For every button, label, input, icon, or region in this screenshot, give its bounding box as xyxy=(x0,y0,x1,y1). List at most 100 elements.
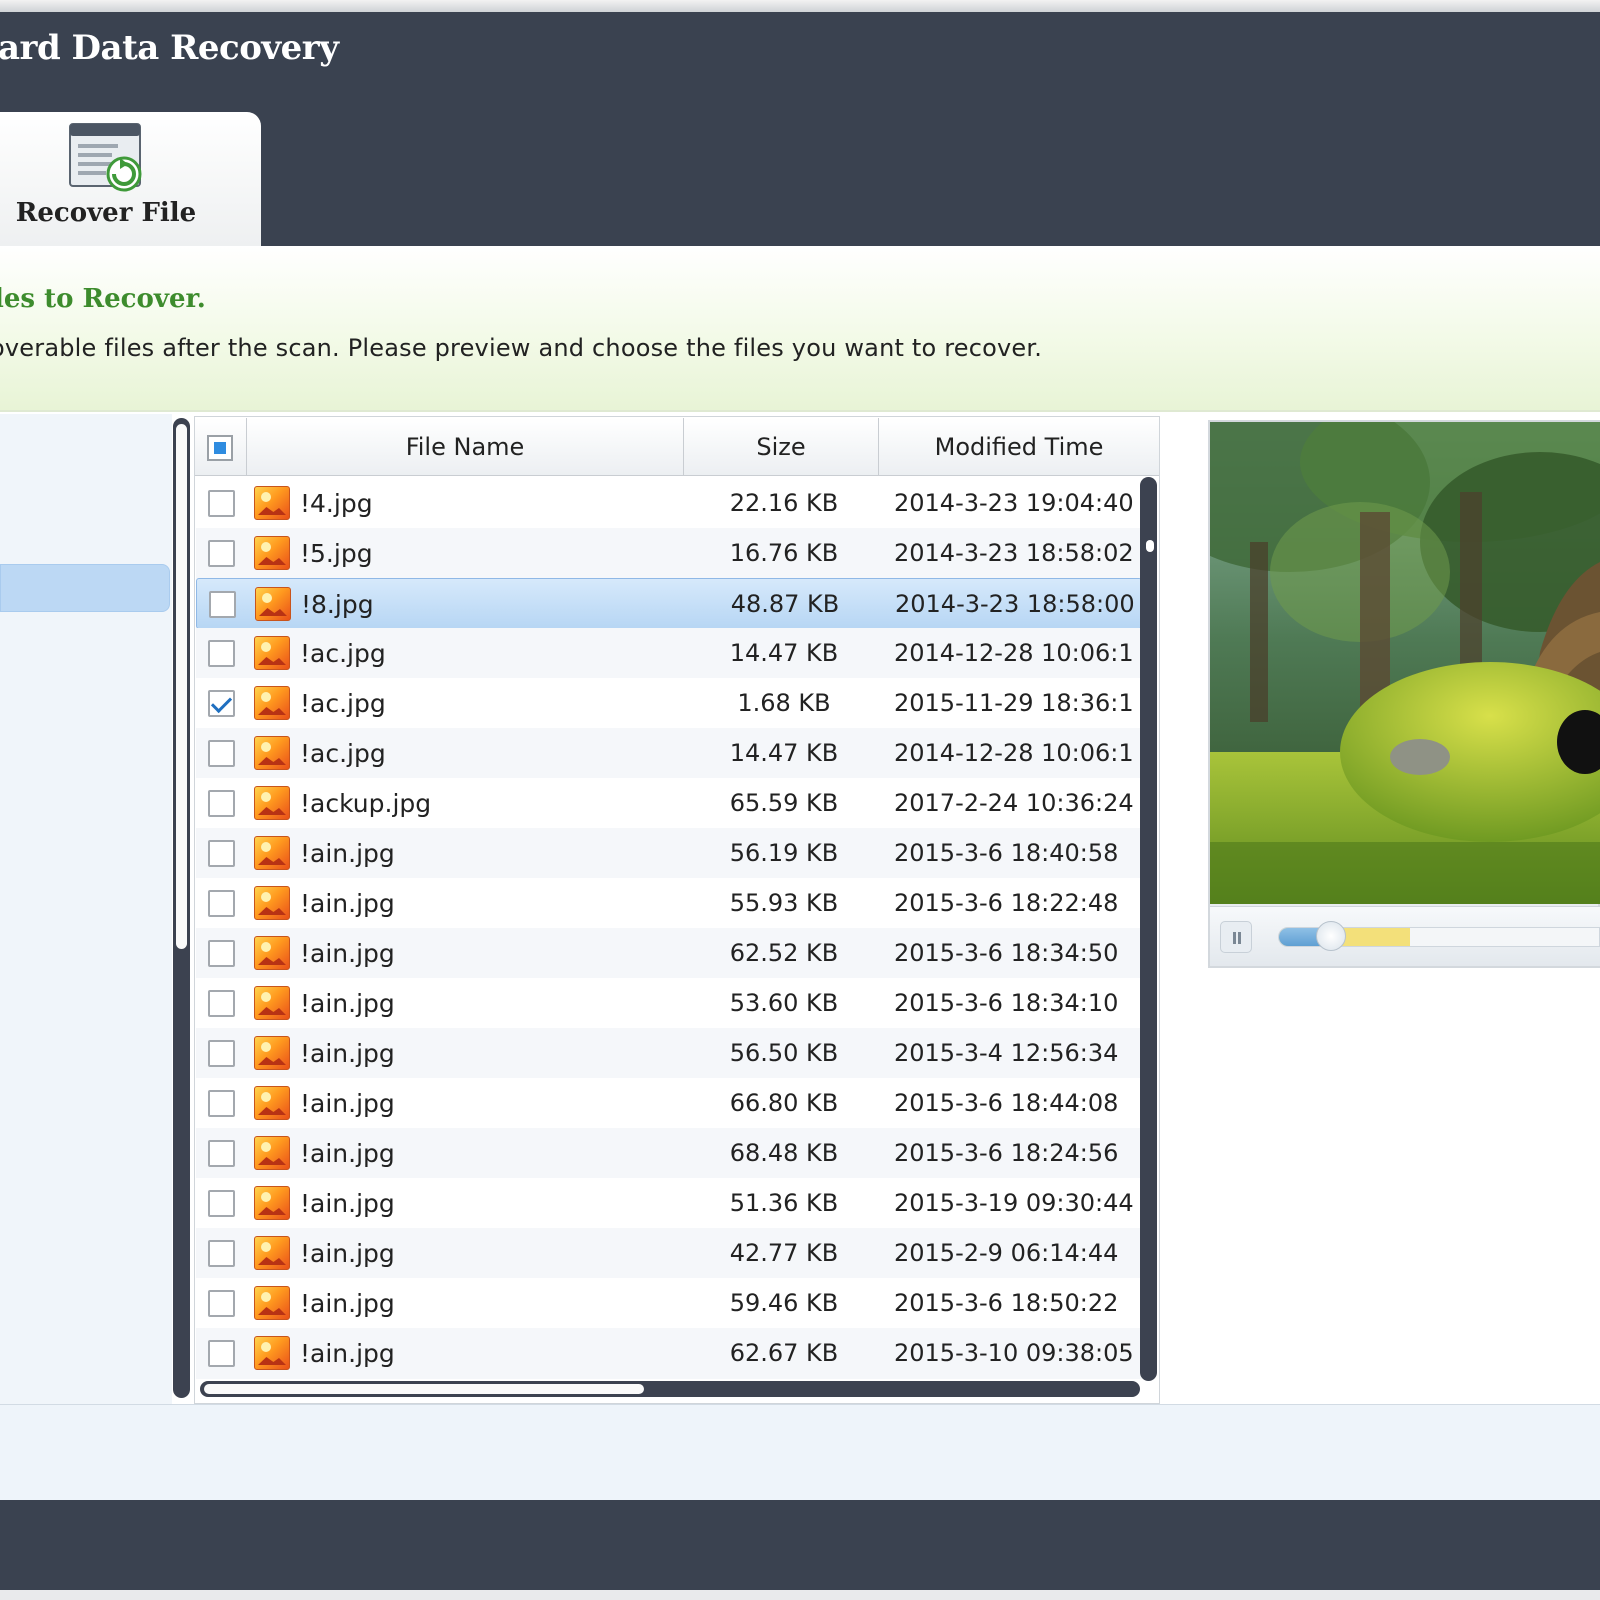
row-checkbox[interactable] xyxy=(208,690,235,717)
modified-time-cell: 2015-2-9 06:14:44 xyxy=(894,1239,1119,1267)
row-checkbox[interactable] xyxy=(208,540,235,567)
row-checkbox[interactable] xyxy=(208,790,235,817)
row-checkbox[interactable] xyxy=(208,840,235,867)
column-header-select[interactable] xyxy=(195,418,247,476)
jpg-file-icon xyxy=(254,1236,290,1270)
jpg-file-icon xyxy=(254,1286,290,1320)
file-name-cell: !ac.jpg xyxy=(300,639,386,668)
file-table-row[interactable]: !ain.jpg 66.80 KB 2015-3-6 18:44:08 xyxy=(196,1078,1142,1129)
file-name-cell: !ain.jpg xyxy=(300,1189,395,1218)
folder-tree-scrollbar-thumb[interactable] xyxy=(176,424,187,949)
row-checkbox[interactable] xyxy=(208,1340,235,1367)
action-bar xyxy=(0,1404,1600,1500)
file-size-cell: 22.16 KB xyxy=(729,489,839,517)
tab-recover-file-label: Recover File xyxy=(15,198,197,228)
pause-icon[interactable] xyxy=(1220,921,1252,953)
file-table-row[interactable]: !ac.jpg 1.68 KB 2015-11-29 18:36:1 xyxy=(196,678,1142,729)
modified-time-cell: 2015-3-6 18:40:58 xyxy=(894,839,1119,867)
file-name-cell: !ain.jpg xyxy=(300,889,395,918)
file-size-cell: 65.59 KB xyxy=(729,789,839,817)
file-name-cell: !ain.jpg xyxy=(300,989,395,1018)
file-name-cell: !ac.jpg xyxy=(300,689,386,718)
folder-tree-pane xyxy=(0,414,172,1404)
recover-file-icon xyxy=(69,123,142,192)
modified-time-cell: 2015-3-6 18:24:56 xyxy=(894,1139,1119,1167)
tab-recover-file[interactable]: Recover File xyxy=(0,112,261,246)
modified-time-cell: 2015-11-29 18:36:1 xyxy=(894,689,1134,717)
row-checkbox[interactable] xyxy=(208,990,235,1017)
window-top-edge xyxy=(0,0,1600,12)
row-checkbox[interactable] xyxy=(208,1090,235,1117)
file-table-row[interactable]: !ain.jpg 51.36 KB 2015-3-19 09:30:44 xyxy=(196,1178,1142,1229)
modified-time-cell: 2014-3-23 18:58:02 xyxy=(894,539,1134,567)
file-size-cell: 53.60 KB xyxy=(729,989,839,1017)
row-checkbox[interactable] xyxy=(208,1290,235,1317)
file-size-cell: 14.47 KB xyxy=(729,739,839,767)
preview-image xyxy=(1210,422,1600,904)
file-table-row[interactable]: !ain.jpg 42.77 KB 2015-2-9 06:14:44 xyxy=(196,1228,1142,1279)
row-checkbox[interactable] xyxy=(208,1240,235,1267)
jpg-file-icon xyxy=(254,986,290,1020)
modified-time-cell: 2015-3-4 12:56:34 xyxy=(894,1039,1119,1067)
app-title: ard Data Recovery xyxy=(0,28,339,68)
file-table-row[interactable]: !ain.jpg 59.46 KB 2015-3-6 18:50:22 xyxy=(196,1278,1142,1329)
file-list-horizontal-scrollbar-thumb[interactable] xyxy=(204,1384,644,1394)
row-checkbox[interactable] xyxy=(209,591,236,618)
file-table-row[interactable]: !ain.jpg 56.19 KB 2015-3-6 18:40:58 xyxy=(196,828,1142,879)
file-list-vertical-scrollbar-thumb[interactable] xyxy=(1146,540,1154,552)
row-checkbox[interactable] xyxy=(208,1140,235,1167)
file-table-row[interactable]: !ain.jpg 53.60 KB 2015-3-6 18:34:10 xyxy=(196,978,1142,1029)
jpg-file-icon xyxy=(254,886,290,920)
modified-time-cell: 2015-3-6 18:34:10 xyxy=(894,989,1119,1017)
folder-tree-selected-item[interactable] xyxy=(0,564,170,612)
file-table-row[interactable]: !4.jpg 22.16 KB 2014-3-23 19:04:40 xyxy=(196,478,1142,529)
file-size-cell: 62.67 KB xyxy=(729,1339,839,1367)
file-size-cell: 56.19 KB xyxy=(729,839,839,867)
jpg-file-icon xyxy=(254,486,290,520)
file-table-row[interactable]: !5.jpg 16.76 KB 2014-3-23 18:58:02 xyxy=(196,528,1142,579)
file-table-row[interactable]: !8.jpg 48.87 KB 2014-3-23 18:58:00 xyxy=(196,578,1142,629)
step-info-banner: les to Recover. overable files after the… xyxy=(0,246,1600,412)
column-header-size[interactable]: Size xyxy=(684,418,879,476)
file-table-row[interactable]: !ackup.jpg 65.59 KB 2017-2-24 10:36:24 xyxy=(196,778,1142,829)
row-checkbox[interactable] xyxy=(208,1190,235,1217)
jpg-file-icon xyxy=(255,587,291,621)
file-name-cell: !ackup.jpg xyxy=(300,789,432,818)
file-size-cell: 59.46 KB xyxy=(729,1289,839,1317)
modified-time-cell: 2015-3-19 09:30:44 xyxy=(894,1189,1134,1217)
row-checkbox[interactable] xyxy=(208,940,235,967)
file-name-cell: !ain.jpg xyxy=(300,1139,395,1168)
file-table-row[interactable]: !ac.jpg 14.47 KB 2014-12-28 10:06:1 xyxy=(196,728,1142,779)
file-table-row[interactable]: !ac.jpg 14.47 KB 2014-12-28 10:06:1 xyxy=(196,628,1142,679)
row-checkbox[interactable] xyxy=(208,740,235,767)
column-header-file-name[interactable]: File Name xyxy=(247,418,684,476)
file-table-row[interactable]: !ain.jpg 62.67 KB 2015-3-10 09:38:05 xyxy=(196,1328,1142,1379)
row-checkbox[interactable] xyxy=(208,1040,235,1067)
file-size-cell: 14.47 KB xyxy=(729,639,839,667)
row-checkbox[interactable] xyxy=(208,890,235,917)
select-all-checkbox[interactable] xyxy=(207,435,233,461)
file-name-cell: !ain.jpg xyxy=(300,839,395,868)
file-name-cell: !ain.jpg xyxy=(300,1039,395,1068)
row-checkbox[interactable] xyxy=(208,640,235,667)
file-name-cell: !8.jpg xyxy=(301,590,374,619)
modified-time-cell: 2014-3-23 18:58:00 xyxy=(895,590,1135,618)
file-size-cell: 51.36 KB xyxy=(729,1189,839,1217)
file-table-row[interactable]: !ain.jpg 68.48 KB 2015-3-6 18:24:56 xyxy=(196,1128,1142,1179)
jpg-file-icon xyxy=(254,836,290,870)
playback-seek-knob[interactable] xyxy=(1316,921,1346,951)
modified-time-cell: 2014-12-28 10:06:1 xyxy=(894,739,1134,767)
step-description: overable files after the scan. Please pr… xyxy=(0,334,1043,362)
file-size-cell: 68.48 KB xyxy=(729,1139,839,1167)
file-table-row[interactable]: !ain.jpg 56.50 KB 2015-3-4 12:56:34 xyxy=(196,1028,1142,1079)
file-name-cell: !ain.jpg xyxy=(300,939,395,968)
row-checkbox[interactable] xyxy=(208,490,235,517)
modified-time-cell: 2015-3-6 18:34:50 xyxy=(894,939,1119,967)
window-bottom-edge xyxy=(0,1590,1600,1600)
file-table-row[interactable]: !ain.jpg 55.93 KB 2015-3-6 18:22:48 xyxy=(196,878,1142,929)
preview-player-controls xyxy=(1210,906,1600,966)
file-table-row[interactable]: !ain.jpg 62.52 KB 2015-3-6 18:34:50 xyxy=(196,928,1142,979)
jpg-file-icon xyxy=(254,1336,290,1370)
column-header-modified-time[interactable]: Modified Time xyxy=(879,418,1159,476)
file-list-vertical-scrollbar[interactable] xyxy=(1140,477,1157,1381)
